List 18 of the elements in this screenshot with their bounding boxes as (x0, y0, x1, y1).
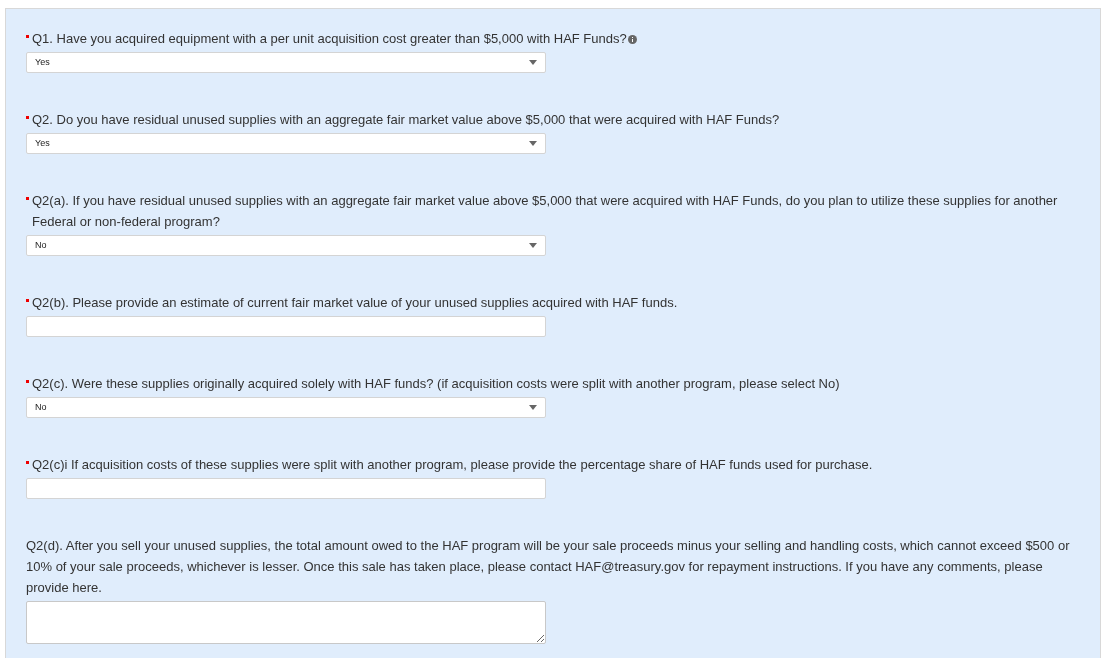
dropdown[interactable]: Yes (26, 52, 546, 73)
input-field[interactable] (26, 316, 546, 337)
caret-icon (529, 141, 537, 146)
question-label: Q2(c). Were these supplies originally acquired solely with HAF funds? (if acquisition costs were split with another program, please select No) (32, 375, 840, 393)
caret-icon (529, 243, 537, 248)
dropdown[interactable]: No (26, 397, 546, 418)
caret-icon (529, 405, 537, 410)
caret-icon (529, 60, 537, 65)
question-label: Q2(c)i If acquisition costs of these supplies were split with another program, please provide the percentage share of HAF funds used for purchase. (32, 456, 873, 474)
question-label: Q2(b). Please provide an estimate of current fair market value of your unused supplies acquired with HAF funds. (32, 294, 678, 312)
comment-box[interactable] (26, 601, 546, 644)
question-label: Q1. Have you acquired equipment with a per unit acquisition cost greater than $5,000 with HAF Funds? (32, 30, 627, 48)
question-label: Q2. Do you have residual unused supplies with an aggregate fair market value above $5,000 that were acquired with HAF Funds? (32, 111, 780, 129)
question-label: Q2(a). If you have residual unused supplies with an aggregate fair market value above $5,000 that were acquired with HAF Funds, do you plan to utilize these supplies for another Federal or non-federal program? (32, 192, 1059, 231)
dropdown[interactable]: No (26, 235, 546, 256)
question-label: Q2(d). After you sell your unused supplies, the total amount owed to the HAF program will be your sale proceeds minus your selling and handling costs, which cannot exceed $500 or 10% of your sale proceeds, whichever is lesser. Once this sale has taken place, please contact HAF@treasury.gov for repayment instructions. If you have any comments, please provide here. (26, 537, 1071, 597)
dropdown[interactable]: Yes (26, 133, 546, 154)
input-field[interactable] (26, 478, 546, 499)
